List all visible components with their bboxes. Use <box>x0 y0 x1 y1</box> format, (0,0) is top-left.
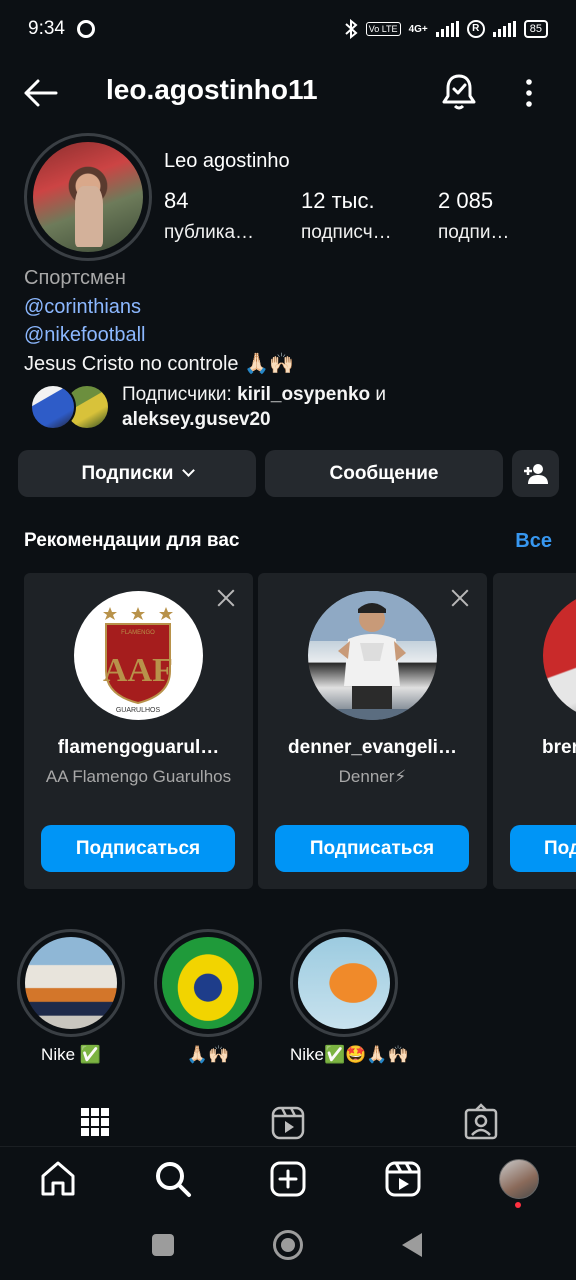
stat-posts[interactable]: 84 публика… <box>164 188 254 244</box>
highlight-ring <box>17 929 125 1037</box>
reels-tab-icon[interactable] <box>270 1102 306 1142</box>
highlight[interactable]: 🙏🏻🙌🏻 <box>154 929 262 1065</box>
stat-following-value: 2 085 <box>438 188 494 213</box>
highlight-ring <box>154 929 262 1037</box>
following-button[interactable]: Подписки <box>18 450 256 497</box>
suggestions-title: Рекомендации для вас <box>24 530 240 551</box>
stat-following[interactable]: 2 085 подпи… <box>438 188 509 244</box>
profile-tabs <box>0 1102 576 1146</box>
stat-posts-value: 84 <box>164 188 189 213</box>
highlight-cover <box>25 937 117 1029</box>
suggestion-photo <box>543 591 576 720</box>
volte-icon: Vo LTE <box>365 22 401 36</box>
notification-dot <box>515 1202 521 1208</box>
full-name: Leo agostinho <box>164 150 290 172</box>
network-type: 4G+ <box>408 23 428 35</box>
message-label: Сообщение <box>329 462 439 484</box>
create-post-icon[interactable] <box>268 1159 308 1199</box>
mutual-user-1: kiril_osypenko <box>237 384 371 405</box>
home-icon[interactable] <box>38 1159 78 1199</box>
highlight-cover <box>162 937 254 1029</box>
mutual-user-2: aleksey.gusev20 <box>122 409 271 430</box>
logo-text-mid: AAF <box>103 652 173 689</box>
followed-by-and: и <box>370 384 387 405</box>
suggestion-avatar[interactable] <box>308 591 437 720</box>
suggestion-avatar[interactable]: FLAMENGO AAF GUARULHOS <box>74 591 203 720</box>
highlight[interactable]: Nike✅🤩🙏🏻🙌🏻 <box>290 929 409 1065</box>
search-icon[interactable] <box>153 1159 193 1199</box>
recents-button[interactable] <box>152 1234 174 1256</box>
stat-posts-label: публика… <box>164 222 255 243</box>
mutual-avatars <box>30 384 112 430</box>
bluetooth-icon <box>345 19 358 39</box>
followed-by-text: Подписчики: kiril_osypenko и aleksey.gus… <box>122 382 386 432</box>
highlight-ring <box>290 929 398 1037</box>
status-circle-icon <box>76 20 95 38</box>
follow-button[interactable]: Подписаться <box>275 825 469 872</box>
page-title: leo.agostinho11 <box>106 74 318 105</box>
suggestion-username[interactable]: denner_evangeli… <box>258 737 487 759</box>
profile-nav-avatar[interactable] <box>499 1159 539 1199</box>
highlight-label: 🙏🏻🙌🏻 <box>186 1045 230 1064</box>
bio-text: Jesus Cristo no controle 🙏🏻🙌🏻 <box>24 352 294 375</box>
suggestion-card[interactable]: bren Под <box>493 573 576 889</box>
suggestion-card[interactable]: FLAMENGO AAF GUARULHOS flamengoguarul… A… <box>24 573 253 889</box>
follow-button[interactable]: Подписаться <box>41 825 235 872</box>
highlight-cover <box>298 937 390 1029</box>
flamengo-logo: FLAMENGO AAF GUARULHOS <box>74 591 203 720</box>
more-options-icon[interactable] <box>518 76 540 110</box>
following-label: Подписки <box>81 462 174 484</box>
reels-icon[interactable] <box>383 1159 423 1199</box>
system-nav-bar <box>0 1212 576 1280</box>
highlight[interactable]: Nike ✅ <box>17 929 125 1065</box>
back-button[interactable] <box>402 1233 422 1257</box>
battery-icon: 85 <box>523 20 548 38</box>
suggestion-subtitle: AA Flamengo Guarulhos <box>45 767 232 786</box>
notification-bell-icon[interactable] <box>440 72 478 112</box>
bio: Спортсмен @corinthians @nikefootball Jes… <box>24 264 294 378</box>
profile-category: Спортсмен <box>24 267 126 289</box>
close-icon[interactable] <box>449 587 471 609</box>
stat-followers[interactable]: 12 тыс. подписч… <box>301 188 392 244</box>
logo-text-top: FLAMENGO <box>121 630 155 636</box>
mutual-avatar-1 <box>30 384 76 430</box>
back-arrow-icon[interactable] <box>22 78 58 108</box>
add-user-icon <box>523 463 548 484</box>
mention-nikefootball[interactable]: @nikefootball <box>24 321 294 350</box>
suggestion-username[interactable]: flamengoguarul… <box>24 737 253 759</box>
profile-header: leo.agostinho11 <box>0 60 576 124</box>
highlight-label: Nike✅🤩🙏🏻🙌🏻 <box>290 1045 409 1064</box>
highlight-label: Nike ✅ <box>41 1045 101 1064</box>
follow-button[interactable]: Под <box>510 825 576 872</box>
mention-corinthians[interactable]: @corinthians <box>24 293 294 322</box>
message-button[interactable]: Сообщение <box>265 450 503 497</box>
close-icon[interactable] <box>215 587 237 609</box>
followed-by[interactable]: Подписчики: kiril_osypenko и aleksey.gus… <box>30 382 386 432</box>
profile-photo <box>33 142 143 252</box>
suggestion-card[interactable]: denner_evangeli… Denner⚡ Подписаться <box>258 573 487 889</box>
stat-followers-label: подписч… <box>301 222 392 243</box>
home-button[interactable] <box>273 1230 303 1260</box>
registered-icon: R <box>466 20 485 38</box>
bottom-nav <box>0 1146 576 1212</box>
status-icons: Vo LTE 4G+ R 85 <box>344 19 548 39</box>
status-bar: 9:34 Vo LTE 4G+ R 85 <box>0 0 576 58</box>
logo-text-bottom: GUARULHOS <box>116 707 161 714</box>
tagged-icon[interactable] <box>463 1102 499 1142</box>
signal-icon-2 <box>492 21 516 37</box>
signal-icon <box>435 21 459 37</box>
stat-following-label: подпи… <box>438 222 510 243</box>
suggestion-avatar[interactable] <box>543 591 576 720</box>
followed-by-prefix: Подписчики: <box>122 384 238 405</box>
profile-avatar[interactable] <box>24 133 152 261</box>
see-all-link[interactable]: Все <box>515 530 552 553</box>
suggestion-subtitle: Denner⚡ <box>338 767 407 786</box>
stat-followers-value: 12 тыс. <box>301 188 375 213</box>
suggest-users-button[interactable] <box>512 450 559 497</box>
player-photo <box>308 591 437 720</box>
chevron-down-icon <box>181 464 195 477</box>
status-time: 9:34 <box>28 18 65 39</box>
suggestion-username[interactable]: bren <box>542 737 576 759</box>
grid-icon[interactable] <box>77 1102 113 1142</box>
